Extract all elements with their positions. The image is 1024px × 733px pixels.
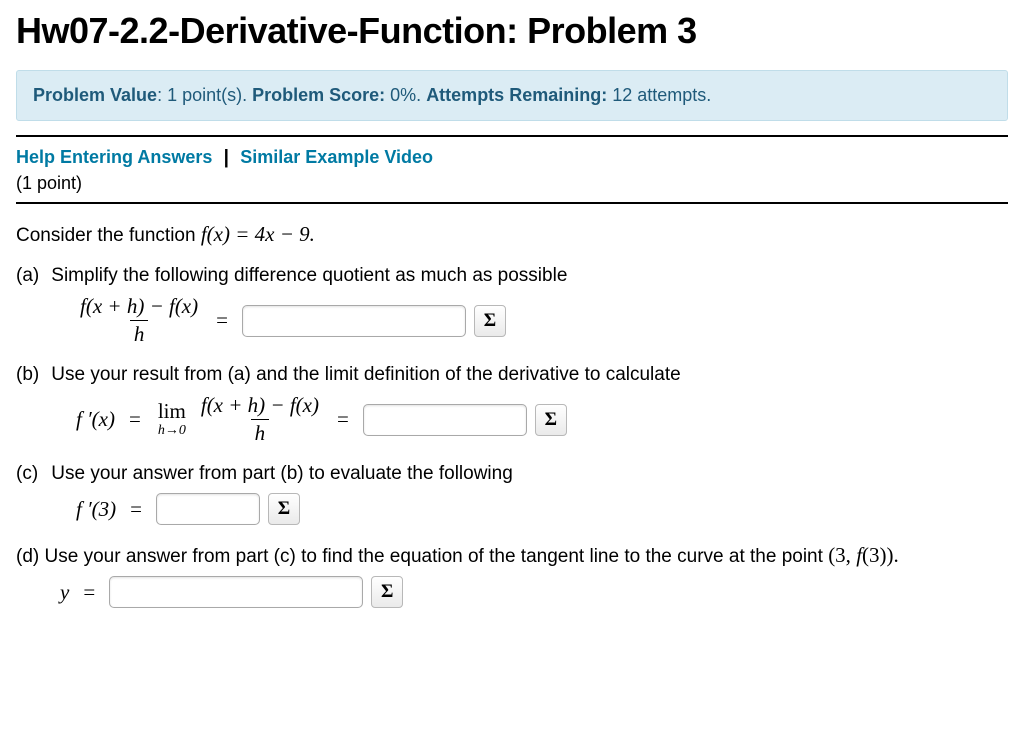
points-text: (1 point) bbox=[16, 173, 1008, 194]
frac-numerator: f(x + h) − f(x) bbox=[76, 295, 202, 320]
part-b: (b) Use your result from (a) and the lim… bbox=[16, 364, 1008, 386]
help-separator: | bbox=[224, 147, 229, 168]
equation-editor-button-b[interactable]: Σ bbox=[535, 404, 567, 436]
help-bar: Help Entering Answers | Similar Example … bbox=[16, 135, 1008, 204]
part-d-label: (d) bbox=[16, 546, 39, 567]
answer-input-c[interactable] bbox=[156, 493, 260, 525]
equation-editor-button-a[interactable]: Σ bbox=[474, 305, 506, 337]
status-attempts-text: 12 attempts. bbox=[607, 85, 711, 105]
lim-sub: h→0 bbox=[158, 424, 186, 438]
equals-sign: = bbox=[216, 308, 228, 333]
equals-sign: = bbox=[130, 497, 142, 522]
equals-sign: = bbox=[337, 407, 349, 432]
part-d-text: Use your answer from part (c) to find th… bbox=[45, 546, 829, 567]
status-value-label: Problem Value bbox=[33, 85, 157, 105]
part-b-text: Use your result from (a) and the limit d… bbox=[51, 364, 680, 385]
part-d-expression: y = Σ bbox=[60, 576, 1008, 608]
status-banner: Problem Value: 1 point(s). Problem Score… bbox=[16, 70, 1008, 121]
status-score-text: 0%. bbox=[385, 85, 426, 105]
answer-input-a[interactable] bbox=[242, 305, 466, 337]
status-attempts-label: Attempts Remaining: bbox=[426, 85, 607, 105]
answer-input-d[interactable] bbox=[109, 576, 363, 608]
intro-prefix: Consider the function bbox=[16, 225, 201, 246]
status-value-text: : 1 point(s). bbox=[157, 85, 252, 105]
difference-quotient-fraction: f(x + h) − f(x) h bbox=[76, 295, 202, 346]
part-c-label: (c) bbox=[16, 463, 46, 485]
part-a-expression: f(x + h) − f(x) h = Σ bbox=[76, 295, 1008, 346]
answer-input-b[interactable] bbox=[363, 404, 527, 436]
part-c-expression: f ′(3) = Σ bbox=[76, 493, 1008, 525]
part-a: (a) Simplify the following difference qu… bbox=[16, 265, 1008, 287]
equals-sign: = bbox=[129, 407, 141, 432]
frac-denominator: h bbox=[130, 320, 149, 346]
help-entering-answers-link[interactable]: Help Entering Answers bbox=[16, 147, 212, 167]
part-c-text: Use your answer from part (b) to evaluat… bbox=[51, 463, 513, 484]
equation-editor-button-c[interactable]: Σ bbox=[268, 493, 300, 525]
lim-word: lim bbox=[158, 401, 186, 422]
status-score-label: Problem Score: bbox=[252, 85, 385, 105]
fprime-x: f ′(x) bbox=[76, 407, 115, 432]
frac-numerator: f(x + h) − f(x) bbox=[197, 394, 323, 419]
difference-quotient-fraction-b: f(x + h) − f(x) h bbox=[197, 394, 323, 445]
part-b-expression: f ′(x) = lim h→0 f(x + h) − f(x) h = Σ bbox=[76, 394, 1008, 445]
part-d-math: (3, f(3)). bbox=[828, 543, 899, 567]
intro-text: Consider the function f(x) = 4x − 9. bbox=[16, 222, 1008, 247]
equation-editor-button-d[interactable]: Σ bbox=[371, 576, 403, 608]
page-title: Hw07-2.2-Derivative-Function: Problem 3 bbox=[16, 10, 1008, 52]
limit-notation: lim h→0 bbox=[158, 401, 186, 438]
part-b-label: (b) bbox=[16, 364, 46, 386]
part-a-text: Simplify the following difference quotie… bbox=[51, 265, 567, 286]
y-var: y bbox=[60, 580, 69, 605]
similar-example-video-link[interactable]: Similar Example Video bbox=[240, 147, 433, 167]
part-a-label: (a) bbox=[16, 265, 46, 287]
fprime-3: f ′(3) bbox=[76, 497, 116, 522]
part-c: (c) Use your answer from part (b) to eva… bbox=[16, 463, 1008, 485]
frac-denominator: h bbox=[251, 419, 270, 445]
part-d: (d) Use your answer from part (c) to fin… bbox=[16, 543, 1008, 568]
equals-sign: = bbox=[83, 580, 95, 605]
intro-math: f(x) = 4x − 9. bbox=[201, 222, 315, 246]
